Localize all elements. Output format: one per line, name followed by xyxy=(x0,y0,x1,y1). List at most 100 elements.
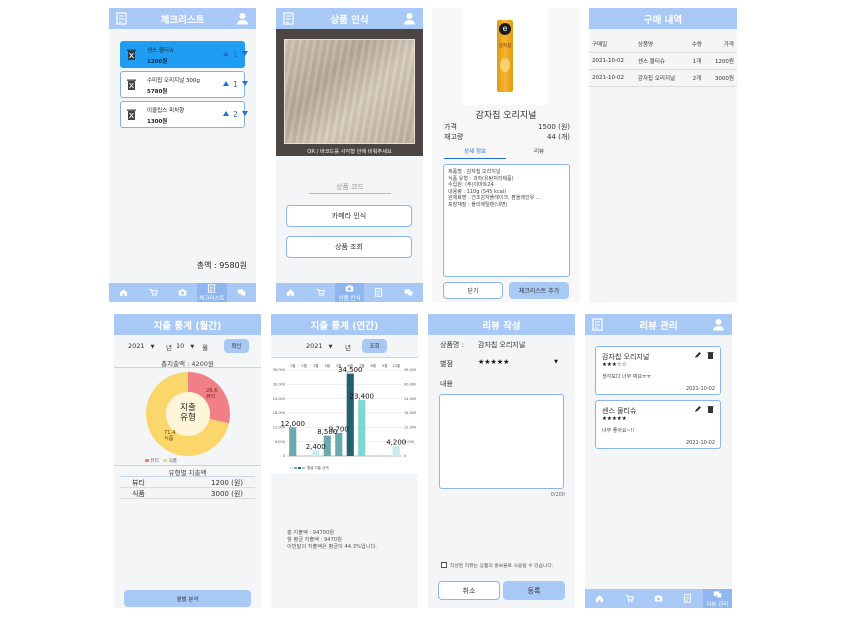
x-tick-label: 10월 xyxy=(392,363,400,368)
nav-home[interactable] xyxy=(276,283,305,302)
x-tick-label: 3월 xyxy=(313,363,318,368)
tab-detail[interactable]: 상세 정보 xyxy=(444,147,506,159)
y-tick-label-right: 30,000 xyxy=(404,383,416,387)
submit-button[interactable]: 등록 xyxy=(503,581,565,600)
qty-down-icon[interactable] xyxy=(242,51,248,56)
camera-recognize-button[interactable]: 카메라 인식 xyxy=(286,205,412,227)
donut-chart: 지출 유형 28.6 뷰티 71.4 식품 xyxy=(146,372,230,456)
donut-center-label: 유형 xyxy=(180,413,196,423)
slice-name: 식품 xyxy=(164,434,174,442)
nav-review[interactable] xyxy=(394,283,423,302)
checklist-item[interactable]: 이클립스 피치향 1300원 2 xyxy=(120,101,248,128)
bar xyxy=(289,427,297,456)
edit-icon[interactable] xyxy=(694,351,702,359)
price-label: 가격 xyxy=(444,123,457,131)
agree-text: 작성된 리뷰는 상품의 홍보물로 사용될 수 있습니다. xyxy=(450,564,554,569)
review-card[interactable]: 감자칩 오리지널 ★★★☆☆ 생각보다 너무 짜요ㅠㅠ 2021-10-02 xyxy=(595,346,721,395)
cart-icon xyxy=(625,594,634,603)
cell-product: 센스 물티슈 xyxy=(634,52,688,70)
nav-camera[interactable]: 상품 인식 xyxy=(334,283,365,302)
nav-checklist[interactable] xyxy=(673,589,702,608)
checklist-icon[interactable] xyxy=(283,12,294,25)
year-select[interactable]: 2021 ▼ xyxy=(306,342,332,350)
close-button[interactable]: 닫기 xyxy=(443,282,503,299)
trash-icon[interactable] xyxy=(126,108,137,121)
bottom-nav: 상품 인식 xyxy=(276,283,423,302)
qty-down-icon[interactable] xyxy=(242,111,248,116)
header: 지출 통계 (월간) xyxy=(114,314,261,335)
year-select[interactable]: 2021 ▼ xyxy=(128,342,154,350)
camera-preview[interactable]: QR / 바코드를 사각형 안에 비춰주세요 xyxy=(276,29,423,156)
checklist-icon[interactable] xyxy=(592,318,603,331)
nav-cart[interactable] xyxy=(305,283,334,302)
header: 리뷰 관리 xyxy=(585,314,732,335)
qty-up-icon[interactable] xyxy=(223,111,229,116)
qty-down-icon[interactable] xyxy=(242,81,248,86)
bar-value-label: 12,000 xyxy=(281,420,306,428)
month-select[interactable]: 10 ▼ xyxy=(176,342,194,350)
lookup-button[interactable]: 조회 xyxy=(362,339,387,353)
tab-label: 상세 정보 xyxy=(464,149,486,155)
product-lookup-button[interactable]: 상품 조회 xyxy=(286,236,412,258)
qty-up-icon[interactable] xyxy=(223,51,229,56)
y-tick-label-right: 24,000 xyxy=(404,397,416,401)
nav-camera[interactable] xyxy=(168,283,197,302)
bar-value-label: 4,200 xyxy=(386,438,406,446)
trash-icon[interactable] xyxy=(707,351,714,359)
confirm-button[interactable]: 확인 xyxy=(224,339,249,353)
user-icon[interactable] xyxy=(236,12,249,25)
product-code-input[interactable]: 상품 코드 xyxy=(309,182,391,194)
page-title: 상품 인식 xyxy=(330,14,369,26)
x-tick-label: 8월 xyxy=(371,363,376,368)
summary-text: 총 지출액 : 94700원 월 평균 지출액 : 9470원 이번달의 지출액… xyxy=(287,530,377,551)
rating-select[interactable]: ★★★★★ ▼ xyxy=(478,358,558,366)
nav-checklist[interactable]: 체크리스트 xyxy=(197,283,227,302)
user-icon[interactable] xyxy=(403,12,416,25)
monthly-analysis-button[interactable]: 월별 분석 xyxy=(124,590,251,607)
trash-icon[interactable] xyxy=(126,78,137,91)
review-date: 2021-10-02 xyxy=(685,386,715,392)
year-value: 2021 xyxy=(128,342,145,350)
checklist-item[interactable]: 센스 물티슈 1200원 1 xyxy=(120,41,248,68)
checklist-item[interactable]: 수미칩 오리지널 300g 5780원 1 xyxy=(120,71,248,98)
tab-review[interactable]: 리뷰 xyxy=(508,147,570,159)
nav-home[interactable] xyxy=(109,283,138,302)
bar xyxy=(335,432,343,456)
price-value: 1500 (원) xyxy=(538,123,570,131)
chat-icon xyxy=(237,289,246,297)
input-placeholder: 상품 코드 xyxy=(336,183,364,191)
table-row[interactable]: 2021-10-02 센스 물티슈 1개 1200원 xyxy=(589,52,737,70)
table-row[interactable]: 2021-10-02 감자칩 오리지널 2개 3000원 xyxy=(589,69,737,87)
y-tick-label-right: 18,000 xyxy=(404,411,416,415)
nav-review[interactable]: 리뷰 관리 xyxy=(702,589,732,608)
nav-cart[interactable] xyxy=(138,283,167,302)
trash-icon[interactable] xyxy=(126,48,137,61)
nav-checklist[interactable] xyxy=(364,283,393,302)
agree-checkbox[interactable] xyxy=(441,562,447,568)
detail-line: 포장재질 : 폴리에틸렌(내면) xyxy=(448,201,508,208)
review-product: 센스 물티슈 xyxy=(602,407,637,415)
nav-cart[interactable] xyxy=(614,589,643,608)
review-card[interactable]: 센스 물티슈 ★★★★★ 너무 좋아요~!! 2021-10-02 xyxy=(595,400,721,449)
bar xyxy=(358,400,366,456)
user-icon[interactable] xyxy=(712,318,725,331)
review-product: 감자칩 오리지널 xyxy=(602,353,650,361)
stock-value: 44 (개) xyxy=(546,133,570,141)
bar-value-label: 23,400 xyxy=(350,393,375,401)
legend-label: 식품 xyxy=(168,459,177,464)
nav-review[interactable] xyxy=(227,283,256,302)
edit-icon[interactable] xyxy=(694,405,702,413)
page-title: 지출 통계 (월간) xyxy=(153,320,222,332)
checklist-icon xyxy=(684,594,692,603)
trash-icon[interactable] xyxy=(707,405,714,413)
review-textarea[interactable] xyxy=(439,394,564,489)
nav-home[interactable] xyxy=(585,589,614,608)
nav-camera[interactable] xyxy=(644,589,673,608)
checklist-icon xyxy=(208,283,216,293)
qty-up-icon[interactable] xyxy=(223,81,229,86)
table-header-row: 구매일 상품명 수량 가격 xyxy=(589,36,737,53)
checklist-icon[interactable] xyxy=(116,12,127,25)
cancel-button[interactable]: 취소 xyxy=(438,581,500,600)
cell-date: 2021-10-02 xyxy=(589,69,635,87)
add-to-checklist-button[interactable]: 체크리스트 추가 xyxy=(509,282,569,299)
